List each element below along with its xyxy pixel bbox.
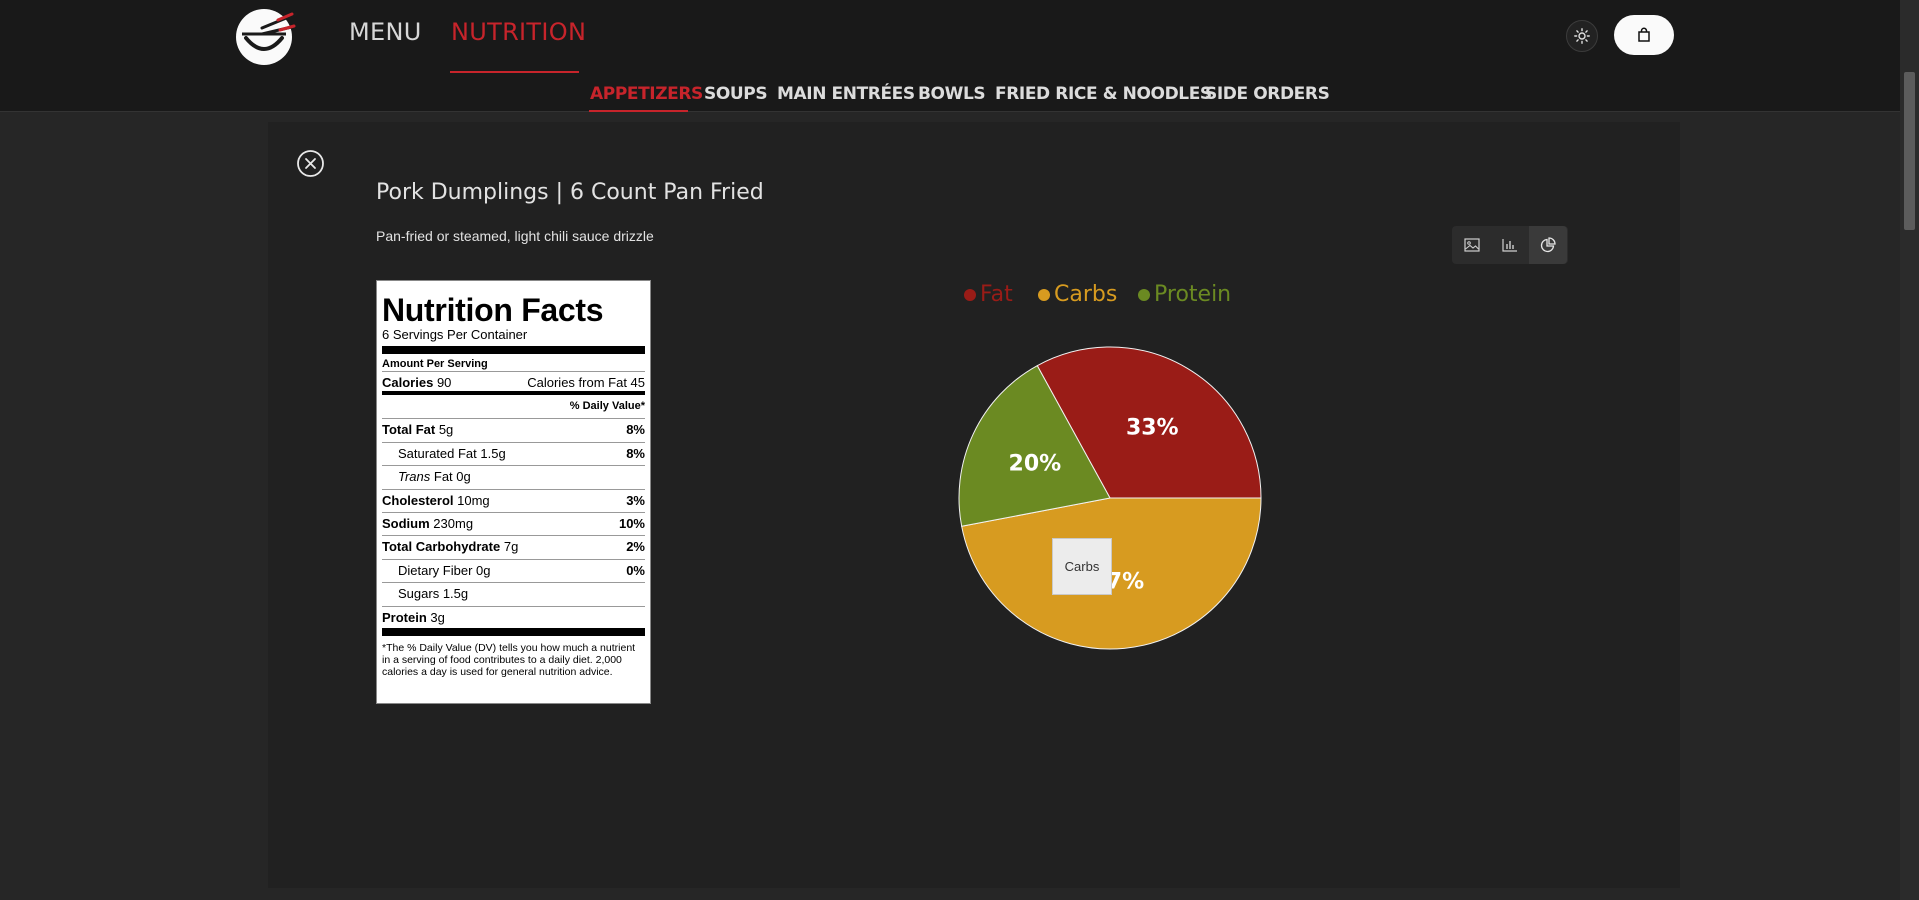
total-fat-amount: 5g [438, 422, 454, 438]
image-icon [1464, 238, 1480, 252]
legend-swatch-carbs [1038, 288, 1050, 301]
total-fat-row: Total Fat 5g 8% [382, 418, 645, 441]
sodium-dv: 10% [618, 515, 645, 531]
sodium-amount: 230mg [433, 515, 474, 531]
cholesterol-amount: 10mg [457, 492, 490, 508]
item-description: Pan-fried or steamed, light chili sauce … [376, 228, 654, 244]
total-carbohydrate-label: Total Carbohydrate [382, 539, 501, 555]
trans-fat-amount: 0g [456, 469, 471, 485]
sodium-label: Sodium [382, 515, 430, 531]
legend-swatch-protein [1138, 288, 1150, 301]
theme-toggle-button[interactable] [1566, 20, 1598, 52]
trans-fat-label: Fat [430, 469, 453, 485]
daily-value-header-text: % Daily Value* [569, 400, 645, 412]
saturated-fat-amount: 1.5g [480, 445, 506, 461]
amount-per-serving: Amount Per Serving [382, 358, 488, 370]
shopping-bag-icon [1638, 27, 1650, 42]
image-view-button[interactable] [1453, 226, 1491, 264]
total-fat-label: Total Fat [382, 422, 436, 438]
servings-per-container: 6 Servings Per Container [382, 327, 645, 354]
total-fat-dv: 8% [626, 422, 645, 438]
trans-fat-row: Trans Fat 0g [382, 465, 645, 488]
dietary-fiber-dv: 0% [626, 562, 645, 578]
category-side-orders[interactable]: SIDE ORDERS [1205, 84, 1330, 104]
item-title: Pork Dumplings | 6 Count Pan Fried [376, 180, 764, 205]
saturated-fat-label: Saturated Fat [398, 445, 477, 461]
category-fried-rice-noodles[interactable]: FRIED RICE & NOODLES [995, 84, 1212, 104]
sodium-row: Sodium 230mg 10% [382, 511, 645, 535]
nav-active-indicator [450, 71, 579, 73]
legend-label-carbs: Carbs [1054, 282, 1118, 307]
nutrition-facts-heading: Nutrition Facts [382, 292, 604, 328]
nav-menu-link[interactable]: MENU [349, 18, 422, 46]
protein-row: Protein 3g [382, 605, 645, 636]
category-soups[interactable]: SOUPS [704, 84, 768, 104]
dietary-fiber-row: Dietary Fiber 0g 0% [382, 558, 645, 582]
dietary-fiber-amount: 0g [476, 562, 491, 578]
cholesterol-label: Cholesterol [382, 492, 454, 508]
logo[interactable] [232, 6, 298, 66]
pie-chart-view-button[interactable] [1529, 226, 1567, 264]
category-appetizers[interactable]: APPETIZERS [590, 84, 703, 104]
category-main-entrees[interactable]: MAIN ENTRÉES [777, 84, 915, 104]
total-carbohydrate-amount: 7g [503, 539, 519, 555]
scrollbar-thumb[interactable] [1904, 72, 1915, 230]
sugars-row: Sugars 1.5g [382, 582, 645, 605]
bar-chart-icon [1502, 239, 1517, 252]
legend-label-fat: Fat [980, 282, 1013, 307]
close-circle-icon [297, 150, 324, 177]
calories-from-fat: Calories from Fat 45 [527, 375, 645, 390]
protein-amount: 3g [430, 609, 445, 625]
saturated-fat-dv: 8% [626, 445, 645, 461]
chart-tooltip: Carbs [1052, 538, 1112, 595]
calories-value: 90 [436, 375, 452, 390]
close-button[interactable] [296, 149, 325, 178]
macro-pie-chart: 33%47%20% [958, 346, 1262, 650]
trans-fat-label-italic: Trans [398, 469, 431, 485]
sugars-label: Sugars [398, 586, 440, 602]
total-carbohydrate-row: Total Carbohydrate 7g 2% [382, 535, 645, 558]
legend-swatch-fat [964, 288, 976, 301]
view-toggle-group [1452, 226, 1568, 264]
nav-nutrition-link[interactable]: NUTRITION [451, 18, 586, 46]
sun-icon [1574, 28, 1590, 44]
pie-chart-icon [1540, 237, 1556, 253]
category-active-indicator [589, 110, 688, 112]
daily-value-footnote: *The % Daily Value (DV) tells you how mu… [382, 641, 636, 678]
total-carbohydrate-dv: 2% [626, 539, 645, 555]
calories-row: Calories 90 Calories from Fat 45 [382, 371, 645, 395]
legend-item-fat[interactable]: Fat [964, 282, 1013, 307]
daily-value-header: % Daily Value* [382, 395, 645, 418]
legend-item-carbs[interactable]: Carbs [1038, 282, 1117, 307]
legend-label-protein: Protein [1154, 282, 1232, 307]
calories-label: Calories [382, 375, 434, 390]
category-bowls[interactable]: BOWLS [918, 84, 986, 104]
bar-chart-view-button[interactable] [1491, 226, 1529, 264]
sugars-amount: 1.5g [442, 586, 469, 602]
legend-item-protein[interactable]: Protein [1138, 282, 1231, 307]
protein-label: Protein [382, 609, 427, 625]
pie-label-protein: 20% [1009, 452, 1062, 477]
ramen-bowl-chopsticks-icon [236, 9, 298, 65]
dietary-fiber-label: Dietary Fiber [398, 562, 473, 578]
saturated-fat-row: Saturated Fat 1.5g 8% [382, 441, 645, 465]
cholesterol-dv: 3% [626, 492, 645, 508]
nutrition-facts-label: Nutrition Facts 6 Servings Per Container… [376, 280, 651, 704]
pie-label-fat: 33% [1126, 416, 1179, 441]
cart-button[interactable] [1614, 15, 1674, 55]
cholesterol-row: Cholesterol 10mg 3% [382, 488, 645, 512]
